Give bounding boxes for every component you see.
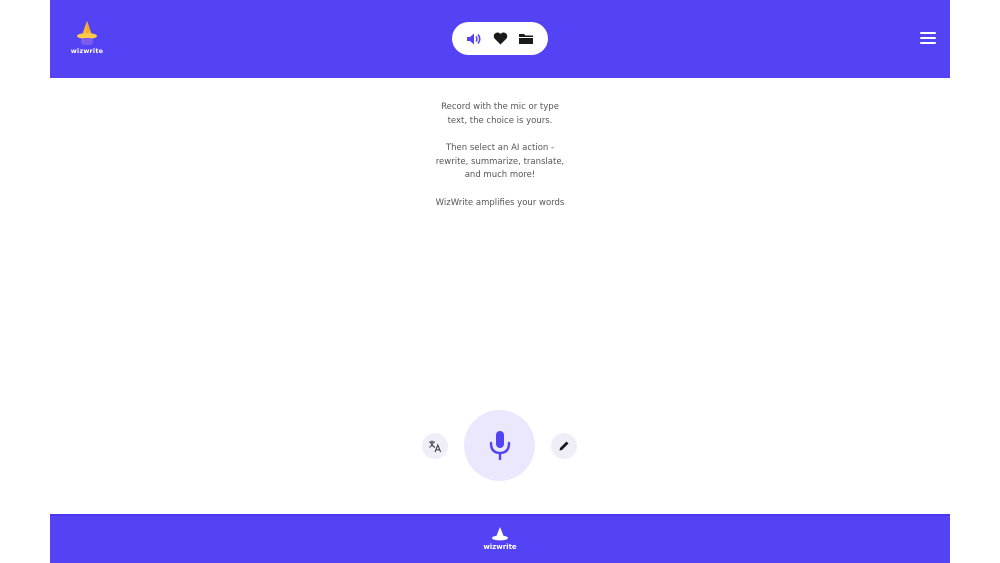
- app-container: wizwrite Record with the mic or type tex…: [50, 0, 950, 563]
- hamburger-menu-icon: [920, 32, 936, 44]
- menu-button[interactable]: [918, 29, 938, 47]
- folder-button[interactable]: [517, 30, 535, 48]
- pencil-icon: [559, 441, 569, 451]
- speaker-button[interactable]: [465, 30, 483, 48]
- folder-icon: [519, 34, 533, 44]
- top-bar: wizwrite: [50, 0, 950, 78]
- logo-text: wizwrite: [70, 47, 104, 55]
- translate-button[interactable]: [422, 433, 448, 459]
- intro-line: and much more!: [464, 170, 536, 180]
- quick-actions-pill: [452, 22, 548, 55]
- microphone-icon: [489, 430, 510, 460]
- favorites-button[interactable]: [491, 30, 509, 48]
- speaker-icon: [467, 33, 481, 44]
- screen: wizwrite Record with the mic or type tex…: [0, 0, 1000, 563]
- intro-line: text, the choice is yours.: [447, 115, 553, 126]
- intro-line: rewrite, summarize, translate,: [435, 156, 565, 167]
- intro-text: Record with the mic or type text, the ch…: [350, 101, 650, 224]
- edit-button[interactable]: [551, 433, 577, 459]
- footer-logo-text: wizwrite: [483, 543, 517, 551]
- intro-line: Record with the mic or type: [441, 102, 559, 112]
- wizard-hat-icon: [492, 527, 508, 541]
- bottom-bar: wizwrite: [50, 514, 950, 563]
- wizard-hat-icon: [77, 21, 97, 45]
- app-logo[interactable]: wizwrite: [64, 20, 110, 60]
- intro-paragraph-2: Then select an AI action - rewrite, summ…: [350, 142, 650, 183]
- record-mic-button[interactable]: [464, 410, 535, 481]
- heart-icon: [493, 32, 507, 45]
- translate-icon: [429, 440, 442, 453]
- intro-line: Then select an AI action -: [445, 143, 555, 153]
- intro-paragraph-3: WizWrite amplifies your words: [350, 197, 650, 211]
- intro-paragraph-1: Record with the mic or type text, the ch…: [350, 101, 650, 128]
- intro-line: WizWrite amplifies your words: [435, 197, 565, 208]
- footer-logo[interactable]: wizwrite: [476, 526, 524, 556]
